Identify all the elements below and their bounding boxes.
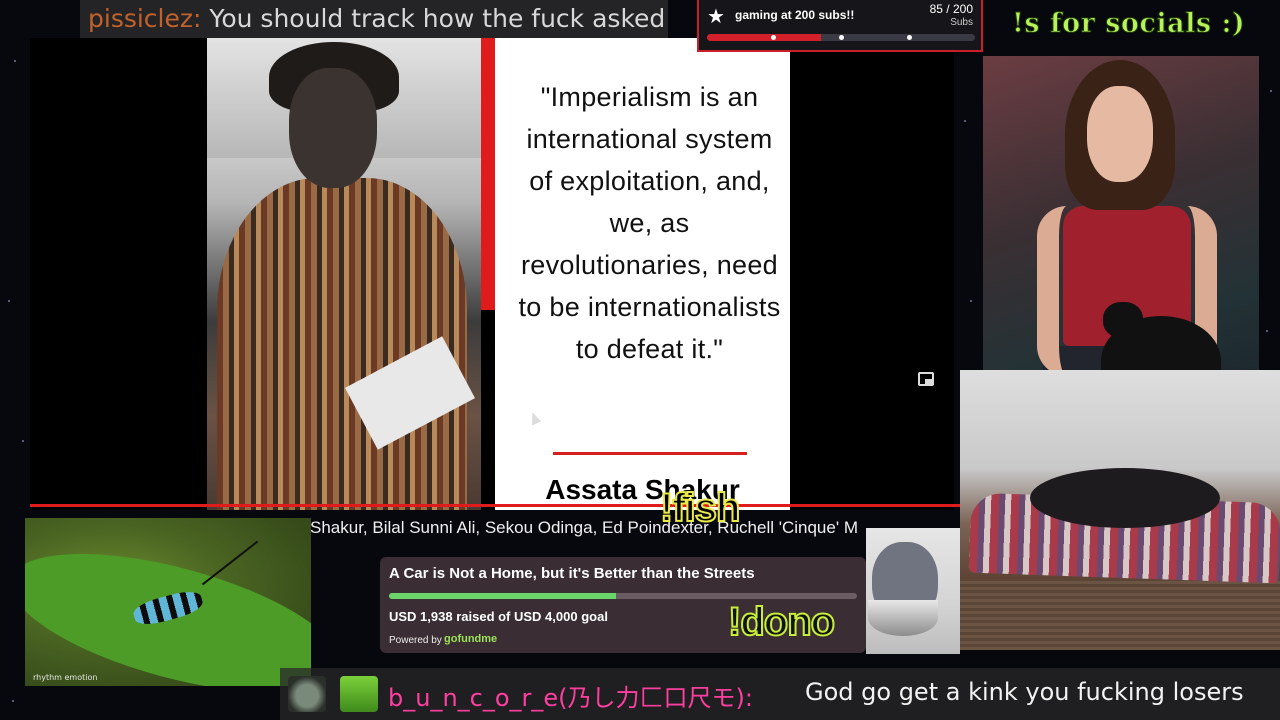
dono-command-label: !dono bbox=[727, 599, 836, 645]
accent-red-bar bbox=[481, 38, 495, 310]
fundraiser-progress-track bbox=[389, 593, 857, 599]
sub-goal-progress-fill bbox=[707, 34, 821, 41]
milestone-dot bbox=[907, 35, 912, 40]
chat-message-text: You should track how the fuck asked bbox=[209, 4, 666, 33]
milestone-dot bbox=[771, 35, 776, 40]
beetle-video: rhythm emotion bbox=[25, 518, 311, 686]
portrait-photo bbox=[207, 38, 481, 510]
video-progress-line[interactable] bbox=[30, 504, 960, 507]
bottom-chat-message: b_u_n_c_o_r_e(乃し力匚口尺モ): God go get a kin… bbox=[280, 668, 1280, 720]
video-watermark: rhythm emotion bbox=[33, 673, 98, 682]
grass-emote-icon bbox=[340, 676, 378, 712]
fundraiser-progress-fill bbox=[389, 593, 616, 599]
milestone-dot bbox=[839, 35, 844, 40]
sub-goal-title: gaming at 200 subs!! bbox=[735, 8, 855, 22]
sub-goal-widget: ★ gaming at 200 subs!! 85 / 200 Subs bbox=[697, 0, 983, 52]
cat-emote-icon bbox=[288, 676, 326, 712]
main-video-player[interactable]: "Imperialism is an international system … bbox=[30, 38, 954, 510]
chat-message-text: God go get a kink you fucking losers bbox=[805, 678, 1244, 706]
sub-goal-count: 85 / 200 bbox=[929, 2, 973, 16]
news-ticker: Shakur, Bilal Sunni Ali, Sekou Odinga, E… bbox=[310, 518, 858, 537]
socials-command-label: !s for socials :) bbox=[1011, 8, 1246, 40]
powered-by-label: Powered by bbox=[389, 635, 442, 646]
cat-feeding-camera bbox=[866, 528, 960, 654]
sub-goal-unit: Subs bbox=[950, 17, 973, 28]
chat-username: b_u_n_c_o_r_e(乃し力匚口尺モ): bbox=[388, 684, 753, 712]
fundraiser-raised-text: USD 1,938 raised of USD 4,000 goal bbox=[389, 609, 608, 624]
quote-panel: "Imperialism is an international system … bbox=[495, 38, 790, 510]
star-icon: ★ bbox=[707, 4, 725, 28]
chat-username: pissiclez: bbox=[88, 4, 202, 33]
quote-underline bbox=[553, 452, 747, 455]
top-chat-message: pissiclez: You should track how the fuck… bbox=[80, 0, 668, 38]
quote-author: Assata Shakur bbox=[545, 474, 740, 505]
gofundme-logo: gofundme bbox=[444, 633, 498, 645]
quote-text: "Imperialism is an international system … bbox=[518, 82, 781, 364]
fish-command-label: !fish bbox=[659, 485, 741, 531]
fundraiser-title: A Car is Not a Home, but it's Better tha… bbox=[389, 565, 755, 582]
cat-bed-camera bbox=[960, 370, 1280, 650]
picture-in-picture-icon[interactable] bbox=[918, 372, 934, 386]
